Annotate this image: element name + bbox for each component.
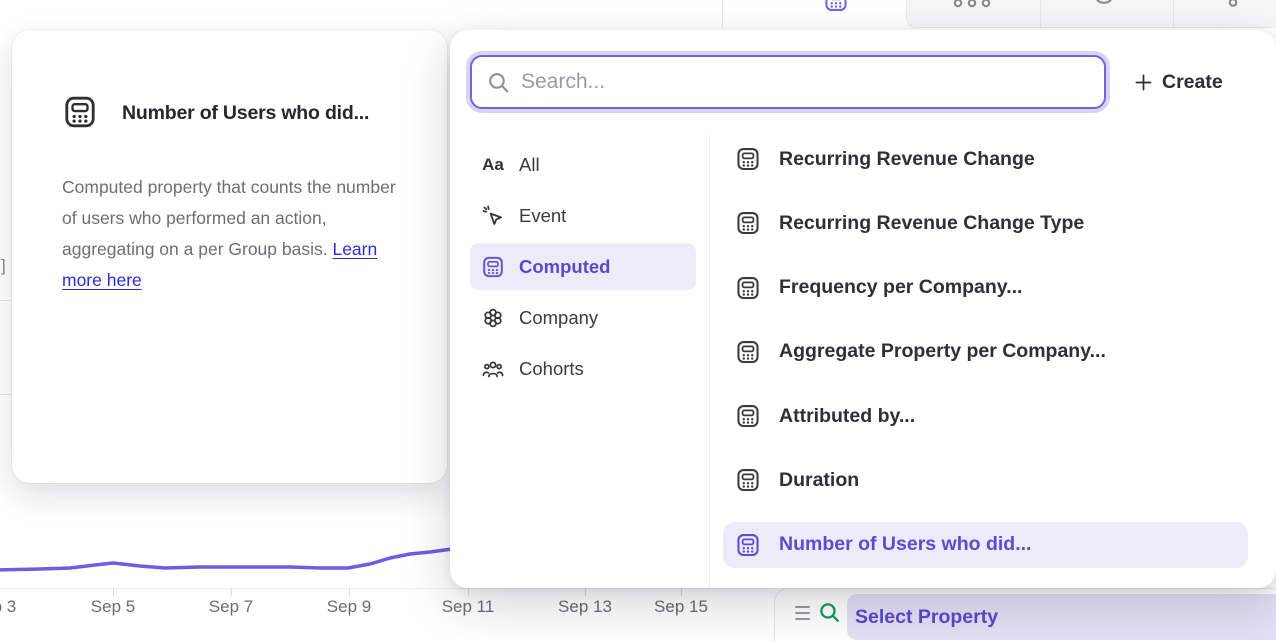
category-label: Event bbox=[519, 205, 566, 227]
tab-divider bbox=[1040, 0, 1041, 28]
select-property-field[interactable]: Select Property bbox=[847, 594, 1276, 640]
calculator-icon bbox=[735, 532, 761, 558]
x-axis-label: Sep 5 bbox=[91, 597, 135, 617]
calculator-icon bbox=[735, 467, 761, 493]
category-item-cohorts[interactable]: Cohorts bbox=[470, 345, 696, 392]
background-divider bbox=[0, 300, 12, 301]
search-box bbox=[470, 55, 1106, 109]
x-axis-tick bbox=[349, 588, 350, 596]
category-label: Computed bbox=[519, 256, 610, 278]
company-cluster-icon bbox=[481, 306, 505, 330]
event-click-icon bbox=[481, 204, 505, 228]
tooltip-description: Computed property that counts the number… bbox=[62, 172, 414, 296]
cohorts-people-icon bbox=[481, 357, 505, 381]
category-item-computed[interactable]: Computed bbox=[470, 243, 696, 290]
property-label: Recurring Revenue Change bbox=[779, 148, 1035, 171]
tooltip-title: Number of Users who did... bbox=[122, 102, 369, 125]
x-axis-label: Sep 13 bbox=[558, 597, 612, 617]
property-tooltip-card: Number of Users who did... Computed prop… bbox=[12, 30, 447, 483]
property-label: Recurring Revenue Change Type bbox=[779, 212, 1084, 235]
calculator-icon bbox=[735, 210, 761, 236]
property-label: Number of Users who did... bbox=[779, 533, 1031, 556]
calculator-icon bbox=[735, 339, 761, 365]
trend-line-chart bbox=[0, 538, 460, 590]
background-divider bbox=[722, 0, 723, 28]
x-axis-tick bbox=[231, 588, 232, 596]
x-axis-label: Sep 7 bbox=[209, 597, 253, 617]
search-icon bbox=[486, 70, 511, 95]
property-label: Duration bbox=[779, 469, 859, 492]
category-list: Aa All Event Computed Company Cohorts bbox=[470, 141, 696, 392]
create-button-label: Create bbox=[1162, 71, 1223, 94]
drag-handle-icon[interactable] bbox=[795, 606, 810, 620]
x-axis-line bbox=[0, 588, 773, 589]
property-item[interactable]: Frequency per Company... bbox=[723, 265, 1248, 311]
list-divider bbox=[709, 135, 710, 588]
search-input[interactable] bbox=[521, 70, 1061, 94]
x-axis-label: Sep 15 bbox=[654, 597, 708, 617]
x-axis-tick bbox=[468, 588, 469, 596]
property-item[interactable]: Recurring Revenue Change Type bbox=[723, 200, 1248, 246]
category-label: All bbox=[519, 154, 540, 176]
property-item[interactable]: Attributed by... bbox=[723, 393, 1248, 439]
app-screen: ] Sep 3 Sep 5 Sep 7 Sep 9 Sep 11 Sep 13 Sep 15… bbox=[0, 0, 1276, 642]
category-item-company[interactable]: Company bbox=[470, 294, 696, 341]
tab-divider bbox=[1173, 0, 1174, 28]
category-label: Cohorts bbox=[519, 358, 584, 380]
category-item-event[interactable]: Event bbox=[470, 192, 696, 239]
category-item-all[interactable]: Aa All bbox=[470, 141, 696, 188]
property-item[interactable]: Duration bbox=[723, 457, 1248, 503]
property-label: Frequency per Company... bbox=[779, 276, 1022, 299]
category-label: Company bbox=[519, 307, 598, 329]
property-item[interactable]: Recurring Revenue Change bbox=[723, 136, 1248, 182]
report-tab-retention-icon[interactable] bbox=[1094, 0, 1114, 8]
property-list: Recurring Revenue Change Recurring Revenu… bbox=[723, 136, 1248, 568]
x-axis-label: Sep 11 bbox=[442, 597, 495, 617]
report-tab-bars-icon[interactable] bbox=[953, 0, 991, 9]
background-divider bbox=[0, 394, 12, 395]
x-axis-label: Sep 3 bbox=[0, 597, 16, 617]
report-tab-calculator-icon[interactable] bbox=[823, 0, 849, 13]
property-item[interactable]: Number of Users who did... bbox=[723, 522, 1248, 568]
create-button[interactable]: Create bbox=[1134, 64, 1223, 100]
property-label: Attributed by... bbox=[779, 405, 915, 428]
property-picker-dropdown: Create AaAllEventComputedCompanyCohorts … bbox=[450, 30, 1276, 588]
x-axis-tick bbox=[681, 588, 682, 596]
calculator-icon bbox=[735, 403, 761, 429]
text-aa-icon: Aa bbox=[481, 153, 505, 177]
calculator-icon bbox=[735, 275, 761, 301]
report-tab-funnel-icon[interactable] bbox=[1228, 0, 1238, 8]
x-axis-tick bbox=[113, 588, 114, 596]
x-axis-label: Sep 9 bbox=[327, 597, 371, 617]
query-builder-panel: Select Property bbox=[774, 588, 1276, 642]
search-icon bbox=[817, 600, 842, 625]
property-item[interactable]: Aggregate Property per Company... bbox=[723, 329, 1248, 375]
property-label: Aggregate Property per Company... bbox=[779, 340, 1106, 363]
plus-icon bbox=[1134, 73, 1153, 92]
calculator-icon bbox=[481, 255, 505, 279]
x-axis-tick bbox=[585, 588, 586, 596]
clipped-background-text: ] bbox=[1, 256, 6, 276]
calculator-icon bbox=[62, 94, 98, 130]
calculator-icon bbox=[735, 146, 761, 172]
select-property-label: Select Property bbox=[855, 606, 998, 629]
